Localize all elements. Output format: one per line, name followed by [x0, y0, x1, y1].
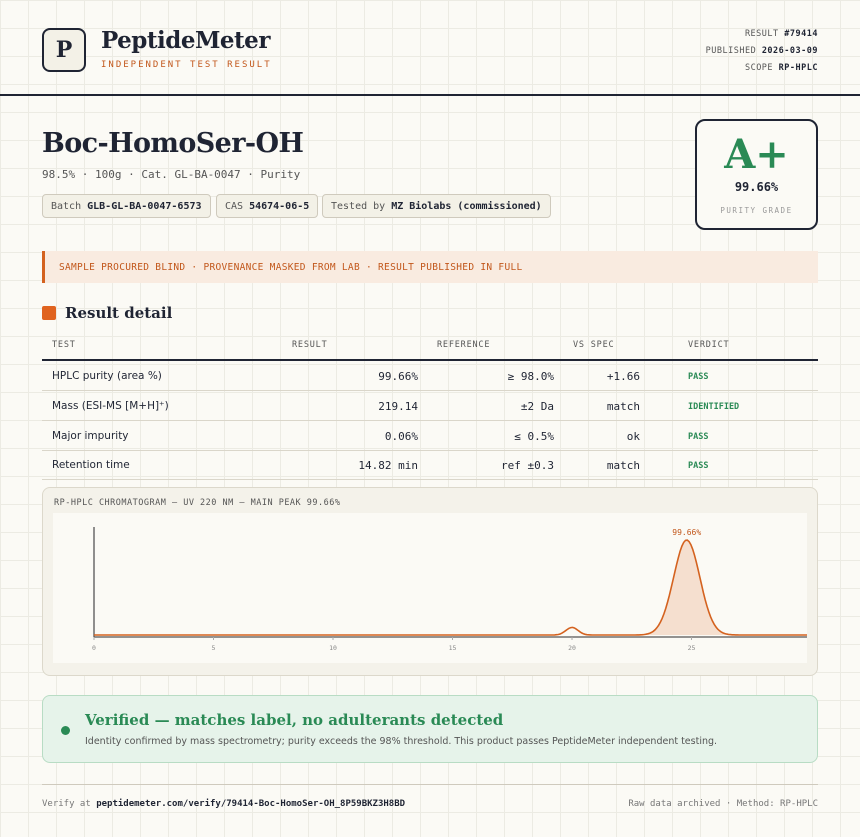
- brand-name: PeptideMeter: [101, 27, 270, 54]
- cell-test: Mass (ESI-MS [M+H]⁺): [52, 400, 169, 412]
- x-tick-label: 15: [449, 644, 457, 652]
- cell-test: HPLC purity (area %): [52, 370, 162, 382]
- cell-vs-spec: +1.66: [606, 370, 640, 383]
- product-title: Boc-HomoSer-OH: [42, 128, 304, 159]
- product-subtitle: 98.5% · 100g · Cat. GL-BA-0047 · Purity: [42, 168, 301, 181]
- col-header-verdict: VERDICT: [688, 340, 730, 350]
- grade-label: PURITY GRADE: [720, 206, 793, 215]
- cell-result: 14.82 min: [358, 459, 418, 472]
- col-header-vs-spec: VS SPEC: [573, 340, 615, 350]
- verified-dot-icon: [61, 726, 70, 735]
- grade-letter: A+: [724, 131, 789, 178]
- section-title: Result detail: [65, 304, 173, 322]
- cell-reference: ±2 Da: [520, 400, 554, 413]
- header-divider: [0, 94, 860, 96]
- cell-test: Retention time: [52, 459, 130, 471]
- meta-result: RESULT #79414: [744, 29, 818, 39]
- cas-chip: CAS 54674-06-5: [216, 194, 319, 218]
- cell-result: 0.06%: [384, 430, 418, 443]
- purity-grade-card: A+ 99.66% PURITY GRADE: [695, 119, 818, 230]
- cell-vs-spec: match: [606, 400, 640, 413]
- col-header-test: TEST: [52, 340, 76, 350]
- cell-verdict: PASS: [688, 372, 709, 382]
- x-tick-label: 10: [329, 644, 337, 652]
- x-tick-label: 5: [212, 644, 216, 652]
- chromatogram-panel: RP-HPLC CHROMATOGRAM — UV 220 NM — MAIN …: [42, 487, 818, 676]
- verified-text: Identity confirmed by mass spectrometry;…: [85, 736, 718, 747]
- cell-verdict: PASS: [688, 461, 709, 471]
- cell-reference: ref ±0.3: [501, 459, 554, 472]
- brand-tagline: INDEPENDENT TEST RESULT: [101, 60, 272, 70]
- cell-verdict: PASS: [688, 432, 709, 442]
- verified-title: Verified — matches label, no adulterants…: [85, 711, 504, 729]
- cell-test: Major impurity: [52, 430, 129, 442]
- col-header-reference: REFERENCE: [437, 340, 491, 350]
- col-header-result: RESULT: [292, 340, 328, 350]
- batch-chip: Batch GLB-GL-BA-0047-6573: [42, 194, 211, 218]
- tested-by-chip: Tested by MZ Biolabs (commissioned): [322, 194, 551, 218]
- section-marker: [42, 306, 56, 320]
- chromatogram-chart: 051015202530min 99.66%: [53, 513, 807, 663]
- cell-result: 99.66%: [378, 370, 418, 383]
- table-row: HPLC purity (area %) 99.66% ≥ 98.0% +1.6…: [42, 361, 818, 391]
- cell-reference: ≤ 0.5%: [514, 430, 554, 443]
- cell-result: 219.14: [378, 400, 418, 413]
- x-tick-label: 25: [688, 644, 696, 652]
- cell-reference: ≥ 98.0%: [507, 370, 554, 383]
- brand-logo: P: [42, 28, 86, 72]
- meta-published: PUBLISHED 2026-03-09: [705, 46, 818, 56]
- grade-value: 99.66%: [734, 180, 779, 194]
- footer-note: Raw data archived · Method: RP-HPLC: [628, 799, 818, 809]
- meta-scope: SCOPE RP-HPLC: [744, 63, 818, 73]
- verify-link[interactable]: Verify at peptidemeter.com/verify/79414-…: [42, 799, 405, 809]
- chart-title: RP-HPLC CHROMATOGRAM — UV 220 NM — MAIN …: [54, 498, 341, 508]
- verified-banner: Verified — matches label, no adulterants…: [42, 695, 818, 763]
- table-row: Mass (ESI-MS [M+H]⁺) 219.14 ±2 Da match …: [42, 391, 818, 421]
- cell-verdict: IDENTIFIED: [688, 402, 740, 412]
- provenance-banner: SAMPLE PROCURED BLIND · PROVENANCE MASKE…: [42, 251, 818, 283]
- peak-label: 99.66%: [672, 528, 701, 537]
- footer-divider: [42, 784, 818, 785]
- x-tick-label: 0: [92, 644, 96, 652]
- x-tick-label: 20: [568, 644, 576, 652]
- table-row: Retention time 14.82 min ref ±0.3 match …: [42, 450, 818, 480]
- table-row: Major impurity 0.06% ≤ 0.5% ok PASS: [42, 421, 818, 451]
- cell-vs-spec: match: [606, 459, 640, 472]
- cell-vs-spec: ok: [626, 430, 640, 443]
